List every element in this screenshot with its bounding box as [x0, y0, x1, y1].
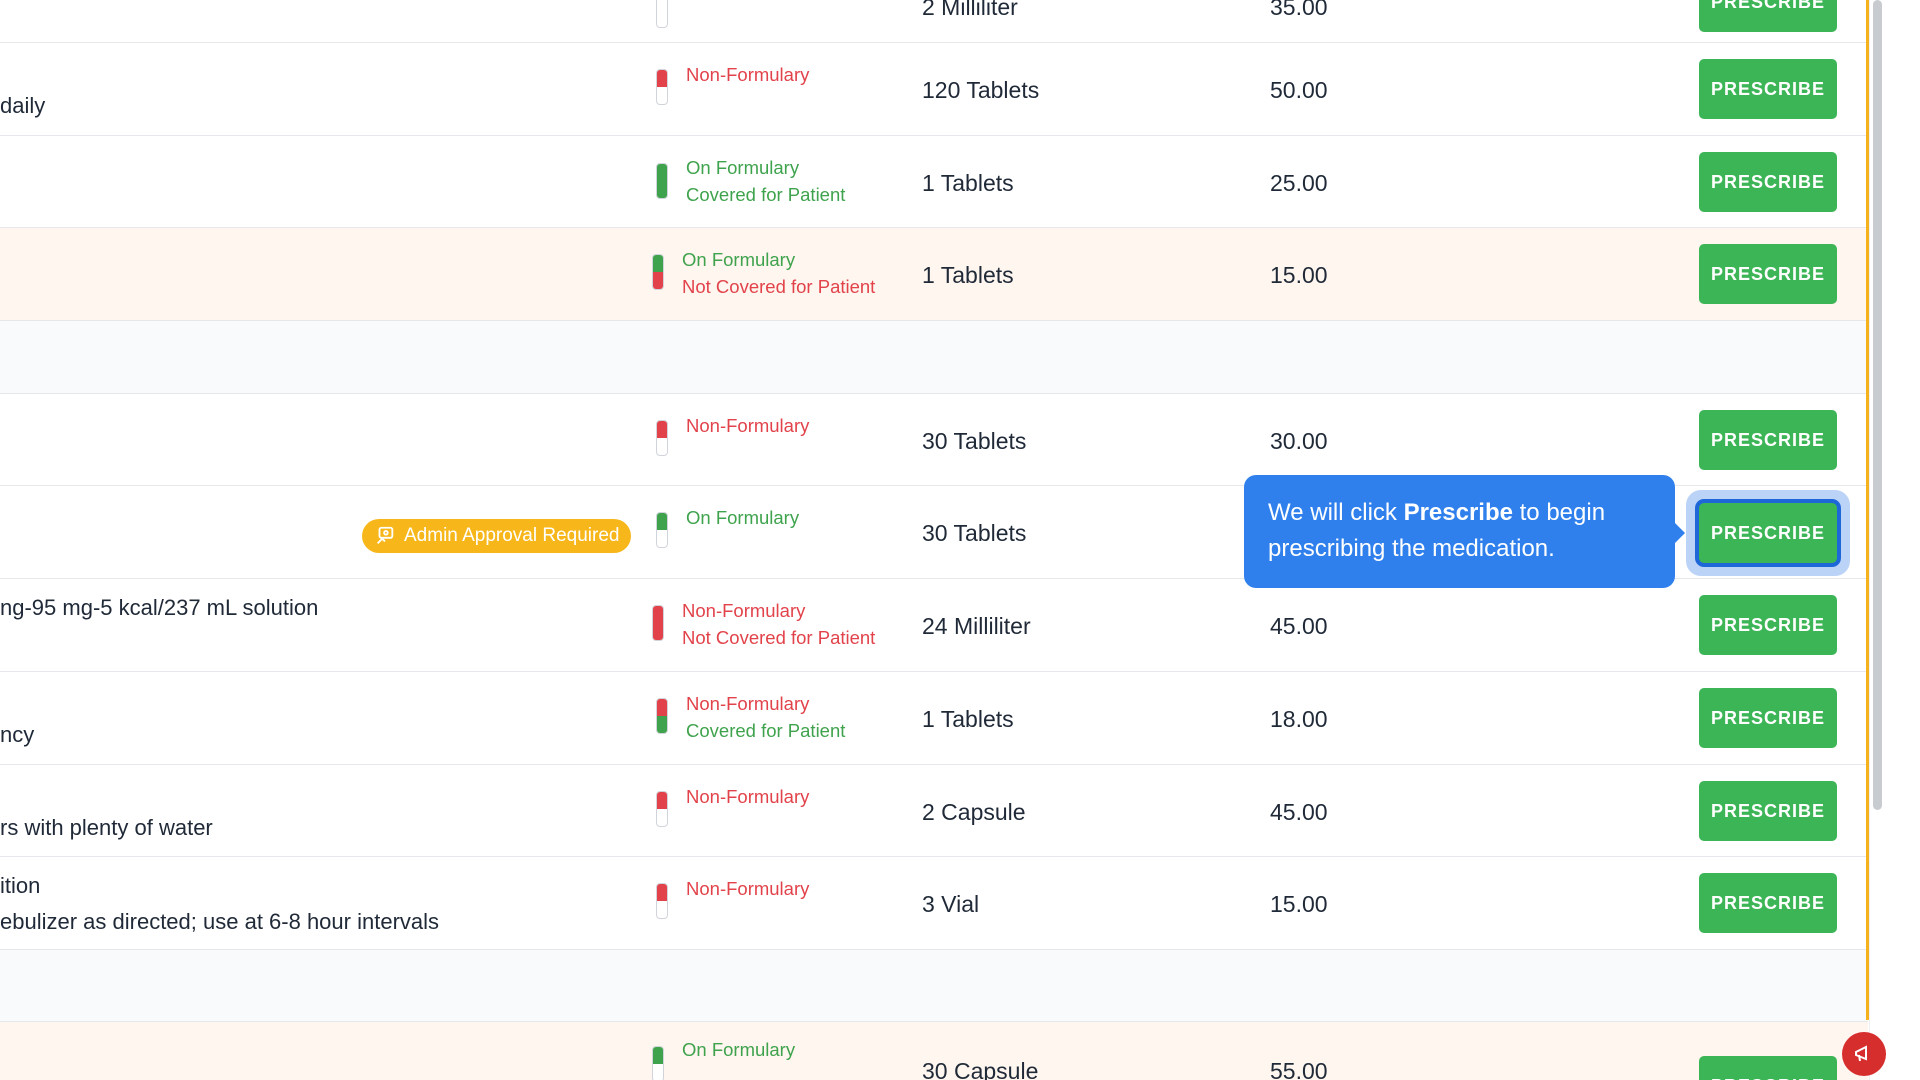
price-value: 45.00	[1270, 613, 1328, 639]
formulary-status: On Formulary	[686, 507, 800, 528]
prescribe-button[interactable]: PRESCRIBE	[1699, 503, 1837, 563]
price-value: 18.00	[1270, 706, 1328, 732]
formulary-status: On Formulary	[686, 157, 800, 178]
quantity-value: 2 Capsule	[922, 799, 1026, 825]
table-row: daily Non-Formulary 120 Tablets 50.00 PR…	[0, 43, 1868, 136]
callout-arrow	[1675, 523, 1685, 543]
megaphone-icon	[1855, 1045, 1867, 1062]
medication-name: ition	[0, 873, 41, 898]
callout-text-bold: Prescribe	[1403, 499, 1513, 526]
formulary-indicator-icon	[656, 163, 668, 199]
table-row: On Formulary Covered for Patient 1 Table…	[0, 136, 1868, 228]
quantity-value: 3 Vial	[922, 891, 980, 917]
price-value: 45.00	[1270, 799, 1328, 825]
medication-name: ng-95 mg-5 kcal/237 mL solution	[0, 595, 319, 620]
admin-approval-badge: Admin Approval Required	[362, 519, 632, 553]
quantity-value: 30 Capsule	[922, 1058, 1039, 1080]
formulary-status: Non-Formulary	[686, 878, 810, 899]
table-row: ng-95 mg-5 kcal/237 mL solution Non-Form…	[0, 579, 1868, 672]
medication-sig: ncy	[0, 722, 35, 747]
formulary-status: Non-Formulary	[682, 600, 806, 621]
formulary-indicator-icon	[652, 1046, 664, 1080]
prescribe-button[interactable]: PRESCRIBE	[1699, 59, 1837, 119]
group-separator	[0, 950, 1868, 1022]
formulary-indicator-icon	[652, 254, 664, 290]
coverage-status: Covered for Patient	[686, 720, 846, 741]
price-value: 50.00	[1270, 77, 1328, 103]
quantity-value: 2 Milliliter	[922, 0, 1018, 20]
coverage-status: Not Covered for Patient	[682, 627, 876, 648]
medication-sig: daily	[0, 93, 46, 118]
price-value: 30.00	[1270, 428, 1328, 454]
price-value: 15.00	[1270, 891, 1328, 917]
formulary-status: On Formulary	[682, 1039, 796, 1060]
quantity-value: 30 Tablets	[922, 428, 1027, 454]
medication-sig: ebulizer as directed; use at 6-8 hour in…	[0, 909, 440, 934]
prescribe-button[interactable]: PRESCRIBE	[1699, 595, 1837, 655]
prescribe-button[interactable]: PRESCRIBE	[1699, 873, 1837, 933]
quantity-value: 1 Tablets	[922, 262, 1014, 288]
prescribe-button[interactable]: PRESCRIBE	[1699, 781, 1837, 841]
prescribe-button[interactable]: PRESCRIBE	[1699, 152, 1837, 212]
formulary-status: Non-Formulary	[686, 786, 810, 807]
guide-callout: We will click Prescribe to begin prescri…	[1244, 475, 1685, 588]
quantity-value: 30 Tablets	[922, 520, 1027, 546]
table-row: On Formulary 30 Capsule 55.00 PRESCRIBE	[0, 1022, 1868, 1080]
table-row: Non-Formulary 30 Tablets 30.00 PRESCRIBE	[0, 394, 1868, 486]
group-separator	[0, 321, 1868, 394]
formulary-indicator-icon	[656, 698, 668, 734]
price-value: 55.00	[1270, 1058, 1328, 1080]
medication-sig: rs with plenty of water	[0, 815, 213, 840]
formulary-indicator-icon	[656, 791, 668, 827]
prescribe-button[interactable]: PRESCRIBE	[1699, 410, 1837, 470]
price-value: 25.00	[1270, 170, 1328, 196]
table-row: ncy Non-Formulary Covered for Patient 1 …	[0, 672, 1868, 765]
quantity-value: 24 Milliliter	[922, 613, 1031, 639]
callout-text-prefix: We will click	[1268, 499, 1404, 526]
price-value: 35.00	[1270, 0, 1328, 20]
formulary-indicator-icon	[656, 883, 668, 919]
formulary-status: Non-Formulary	[686, 415, 810, 436]
quantity-value: 120 Tablets	[922, 77, 1040, 103]
table-row: rs with plenty of water Non-Formulary 2 …	[0, 765, 1868, 857]
table-row: 2 Milliliter 35.00 PRESCRIBE	[0, 0, 1868, 43]
price-value: 15.00	[1270, 262, 1328, 288]
coverage-status: Covered for Patient	[686, 184, 846, 205]
quantity-value: 1 Tablets	[922, 706, 1014, 732]
table-row: On Formulary Not Covered for Patient 1 T…	[0, 228, 1868, 321]
approval-icon	[377, 526, 394, 544]
prescribe-button[interactable]: PRESCRIBE	[1699, 1056, 1837, 1080]
formulary-indicator-icon	[656, 512, 668, 548]
formulary-indicator-icon	[656, 0, 668, 28]
table-row: ition ebulizer as directed; use at 6-8 h…	[0, 857, 1868, 950]
formulary-status: Non-Formulary	[686, 64, 810, 85]
formulary-indicator-icon	[656, 420, 668, 456]
scrollbar-thumb[interactable]	[1873, 0, 1882, 810]
coverage-status: Not Covered for Patient	[682, 276, 876, 297]
prescribe-button[interactable]: PRESCRIBE	[1699, 688, 1837, 748]
admin-approval-label: Admin Approval Required	[404, 525, 620, 546]
formulary-indicator-icon	[652, 605, 664, 641]
formulary-status: Non-Formulary	[686, 693, 810, 714]
prescribe-button[interactable]: PRESCRIBE	[1699, 0, 1837, 32]
formulary-status: On Formulary	[682, 249, 796, 270]
prescribe-button[interactable]: PRESCRIBE	[1699, 244, 1837, 304]
formulary-indicator-icon	[656, 69, 668, 105]
feedback-button[interactable]	[1842, 1032, 1886, 1076]
quantity-value: 1 Tablets	[922, 170, 1014, 196]
